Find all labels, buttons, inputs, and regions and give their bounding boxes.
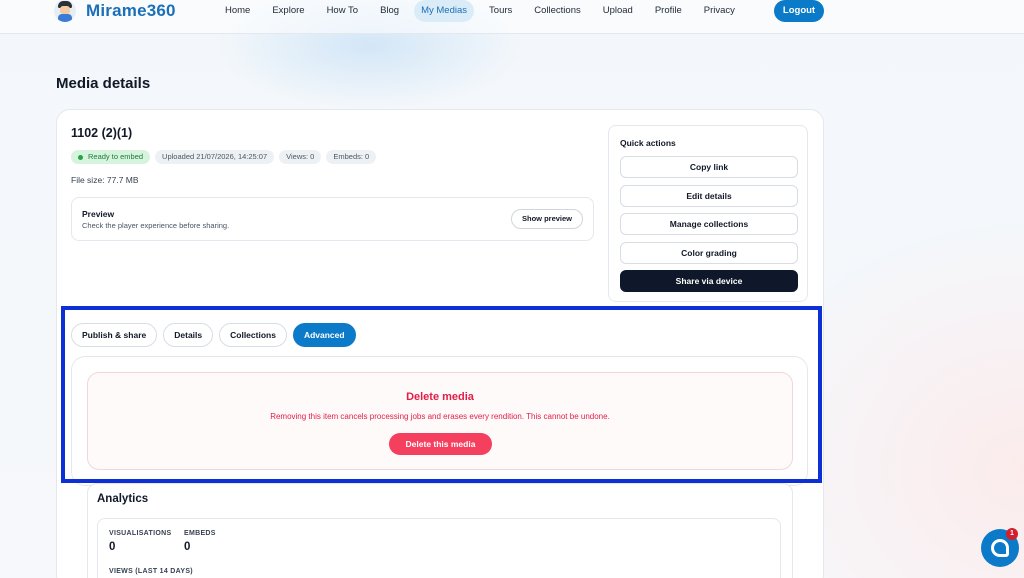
nav-item-blog[interactable]: Blog xyxy=(373,0,406,22)
preview-subtitle: Check the player experience before shari… xyxy=(82,221,230,230)
manage-collections-button[interactable]: Manage collections xyxy=(620,213,798,235)
highlight-frame xyxy=(61,306,822,483)
preview-section: Preview Check the player experience befo… xyxy=(71,197,594,241)
nav-item-home[interactable]: Home xyxy=(218,0,257,22)
avatar-logo-icon xyxy=(54,0,76,22)
color-grading-button[interactable]: Color grading xyxy=(620,242,798,264)
status-badge-label: Ready to embed xyxy=(88,152,144,161)
embeds-value: 0 xyxy=(184,541,191,553)
nav-item-explore[interactable]: Explore xyxy=(265,0,311,22)
preview-title: Preview xyxy=(82,209,115,219)
quick-actions-title: Quick actions xyxy=(620,138,676,148)
status-badge: Ready to embed xyxy=(71,150,151,164)
file-size: File size: 77.7 MB xyxy=(71,175,139,185)
views-14-days-label: VIEWS (LAST 14 DAYS) xyxy=(109,568,193,575)
nav-item-profile[interactable]: Profile xyxy=(648,0,689,22)
nav-item-upload[interactable]: Upload xyxy=(596,0,640,22)
chat-bubble-icon xyxy=(991,539,1009,557)
analytics-title: Analytics xyxy=(97,493,149,505)
views-badge: Views: 0 xyxy=(279,150,322,164)
brand-name: Mirame360 xyxy=(86,1,176,20)
nav-item-privacy[interactable]: Privacy xyxy=(697,0,742,22)
brand-logo[interactable]: Mirame360 xyxy=(54,0,176,22)
show-preview-button[interactable]: Show preview xyxy=(511,209,583,229)
logout-button[interactable]: Logout xyxy=(774,0,824,22)
chat-notification-badge: 1 xyxy=(1006,528,1018,540)
edit-details-button[interactable]: Edit details xyxy=(620,185,798,207)
nav-item-collections[interactable]: Collections xyxy=(527,0,587,22)
nav-item-tours[interactable]: Tours xyxy=(482,0,519,22)
status-dot-icon xyxy=(78,154,83,160)
quick-actions-panel: Quick actions Copy link Edit details Man… xyxy=(608,125,808,302)
visualisations-value: 0 xyxy=(109,541,116,553)
nav-item-my-medias[interactable]: My Medias xyxy=(414,0,475,22)
copy-link-button[interactable]: Copy link xyxy=(620,156,798,178)
share-via-device-button[interactable]: Share via device xyxy=(620,270,798,292)
page-title: Media details xyxy=(56,75,151,92)
uploaded-badge: Uploaded 21/07/2026, 14:25:07 xyxy=(155,150,275,164)
navbar: Mirame360 Home Explore How To Blog My Me… xyxy=(0,0,1024,34)
embeds-badge: Embeds: 0 xyxy=(326,150,377,164)
visualisations-label: VISUALISATIONS xyxy=(109,530,172,537)
nav-item-how-to[interactable]: How To xyxy=(320,0,366,22)
embeds-label: EMBEDS xyxy=(184,530,216,537)
nav-links: Home Explore How To Blog My Medias Tours… xyxy=(218,0,750,22)
media-badges: Ready to embed Uploaded 21/07/2026, 14:2… xyxy=(71,150,381,164)
analytics-stats: VISUALISATIONS 0 EMBEDS 0 VIEWS (LAST 14… xyxy=(97,518,781,578)
media-title: 1102 (2)(1) xyxy=(71,126,133,140)
